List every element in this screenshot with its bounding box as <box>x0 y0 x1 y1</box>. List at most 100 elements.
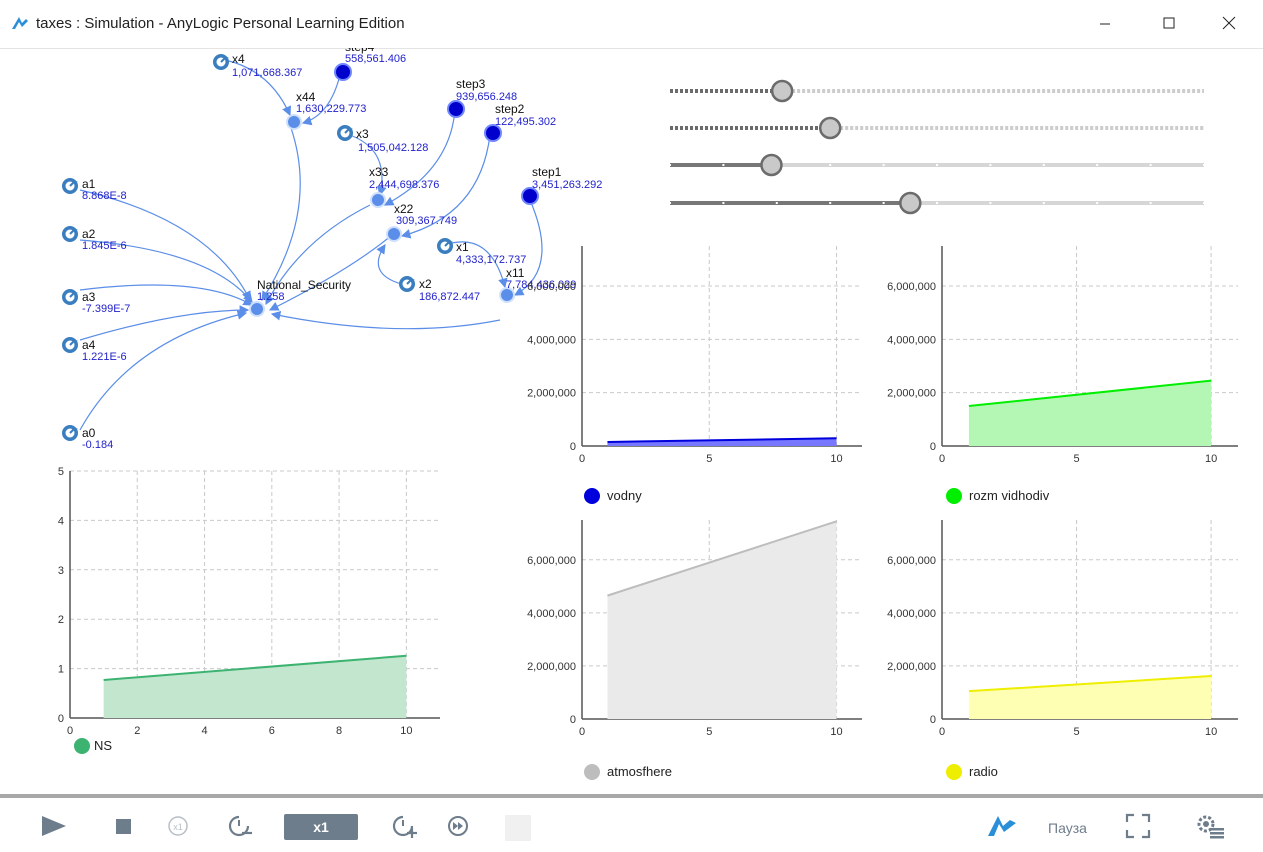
speed-indicator[interactable]: x1 <box>284 814 358 840</box>
x-tick-label: 10 <box>830 453 842 465</box>
variable-x3[interactable]: x3 1,505,042.128 <box>336 124 428 154</box>
play-icon[interactable] <box>40 810 68 840</box>
x-tick-label: 10 <box>400 725 412 737</box>
variable-name: step1 <box>532 165 562 179</box>
maximize-icon <box>1163 17 1175 29</box>
slider-handle[interactable] <box>760 153 783 177</box>
y-tick-label: 4,000,000 <box>527 334 576 346</box>
settings-icon[interactable] <box>1194 810 1228 840</box>
legend-label: atmosfhere <box>607 764 672 779</box>
legend-label: NS <box>94 738 112 753</box>
charts-area: 0 1 2 3 4 5 0 2 4 6 8 10 NS 0 2,000,000 4,000,000 6,000,… <box>58 246 1238 780</box>
y-tick-label: 0 <box>58 713 64 725</box>
stop-icon[interactable] <box>114 810 134 840</box>
parameter-a2[interactable]: a2 1.845E-6 <box>61 225 127 252</box>
simulation-toolbar: x1 x1 Пауза <box>0 798 1263 852</box>
variable-value: 1,071,668.367 <box>232 67 302 79</box>
variable-national-security[interactable]: National_Security 1.258 <box>249 278 351 317</box>
y-tick-label: 5 <box>58 466 64 478</box>
x1-icon[interactable]: x1 <box>166 810 190 840</box>
parameter-a4[interactable]: a4 1.221E-6 <box>61 336 127 363</box>
variable-marker <box>249 301 265 317</box>
x-tick-label: 10 <box>1205 453 1217 465</box>
chart-radio: 0 2,000,000 4,000,000 6,000,000 0 5 10 radio <box>887 520 1238 780</box>
parameter-icon <box>336 124 354 142</box>
fullscreen-icon[interactable] <box>1124 810 1152 840</box>
variable-x1[interactable]: x1 4,333,172.737 <box>436 237 526 266</box>
variable-name: x3 <box>356 127 369 141</box>
x-tick-label: 0 <box>939 726 945 738</box>
series-area <box>103 655 407 718</box>
variable-x2[interactable]: x2 186,872.447 <box>398 275 480 303</box>
variable-name: x44 <box>296 90 316 104</box>
parameter-value: 8.868E-8 <box>82 190 127 202</box>
variable-value: 558,561.406 <box>345 53 406 65</box>
maximize-button[interactable] <box>1146 0 1192 46</box>
legend-label: vodny <box>607 488 642 503</box>
variable-marker <box>370 192 386 208</box>
slider-handle[interactable] <box>818 116 842 140</box>
variable-marker <box>286 114 302 130</box>
slider-1[interactable] <box>670 79 1204 103</box>
variable-step4[interactable]: step4 558,561.406 <box>334 48 406 81</box>
y-tick-label: 0 <box>570 441 576 453</box>
parameter-icon <box>436 237 454 255</box>
parameter-a1[interactable]: a1 8.868E-8 <box>61 177 127 202</box>
slider-panel <box>669 79 1205 215</box>
legend-marker <box>946 764 962 780</box>
variable-step2[interactable]: step2 122,495.302 <box>484 102 556 142</box>
faster-icon[interactable] <box>390 810 418 840</box>
variable-name: x4 <box>232 52 245 66</box>
slider-handle[interactable] <box>770 79 794 103</box>
parameter-value: 1.221E-6 <box>82 351 127 363</box>
y-tick-label: 6,000,000 <box>887 555 936 567</box>
parameter-a3[interactable]: a3 -7.399E-7 <box>61 288 130 315</box>
close-button[interactable] <box>1206 0 1252 46</box>
variable-x4[interactable]: x4 1,071,668.367 <box>212 52 302 79</box>
y-tick-label: 2,000,000 <box>887 388 936 400</box>
parameter-value: 1.845E-6 <box>82 240 127 252</box>
y-tick-label: 2,000,000 <box>887 661 936 673</box>
slider-2[interactable] <box>670 116 1204 140</box>
legend-label: rozm vidhodiv <box>969 488 1050 503</box>
anylogic-app-icon <box>12 17 28 29</box>
slider-handle[interactable] <box>899 191 922 215</box>
variable-step1[interactable]: step1 3,451,263.292 <box>521 165 602 205</box>
y-tick-label: 3 <box>58 565 64 577</box>
y-tick-label: 0 <box>930 714 936 726</box>
chart-vodny: 0 2,000,000 4,000,000 6,000,000 0 5 10 vodny <box>527 246 862 504</box>
parameter-name: a3 <box>82 290 96 304</box>
anylogic-logo-icon[interactable] <box>986 810 1020 840</box>
slider-4[interactable] <box>669 191 1205 215</box>
variable-marker <box>386 226 402 242</box>
y-tick-label: 0 <box>930 441 936 453</box>
legend-label: radio <box>969 764 998 779</box>
chart-rozm-vidhodiv: 0 2,000,000 4,000,000 6,000,000 0 5 10 rozm vid… <box>887 246 1238 504</box>
parameter-a0[interactable]: a0 -0.184 <box>61 424 113 451</box>
variable-x44[interactable]: x44 1,630,229.773 <box>286 90 366 130</box>
variable-name: step2 <box>495 102 525 116</box>
x-tick-label: 5 <box>706 726 712 738</box>
x-tick-label: 10 <box>830 726 842 738</box>
y-tick-label: 1 <box>58 664 64 676</box>
variable-x22[interactable]: x22 309,367.749 <box>386 202 457 242</box>
x-tick-label: 4 <box>201 725 207 737</box>
disabled-button <box>505 815 531 841</box>
parameter-value: -7.399E-7 <box>82 303 130 315</box>
parameter-icon <box>61 177 79 195</box>
pause-label[interactable]: Пауза <box>1048 820 1087 836</box>
run-fast-icon[interactable] <box>446 810 470 840</box>
parameter-name: a2 <box>82 227 96 241</box>
slower-icon[interactable] <box>226 810 254 840</box>
x-tick-label: 5 <box>1073 726 1079 738</box>
parameter-icon <box>61 336 79 354</box>
window-title: taxes : Simulation - AnyLogic Personal L… <box>36 15 405 32</box>
minimize-button[interactable] <box>1082 0 1128 46</box>
minimize-icon <box>1100 23 1110 25</box>
y-tick-label: 2,000,000 <box>527 661 576 673</box>
svg-text:x1: x1 <box>173 822 183 832</box>
x-tick-label: 0 <box>579 726 585 738</box>
chart-atmosfhere: 0 2,000,000 4,000,000 6,000,000 0 5 10 atmosfhe… <box>527 520 862 780</box>
variable-name: x1 <box>456 240 469 254</box>
slider-3[interactable] <box>669 153 1205 177</box>
